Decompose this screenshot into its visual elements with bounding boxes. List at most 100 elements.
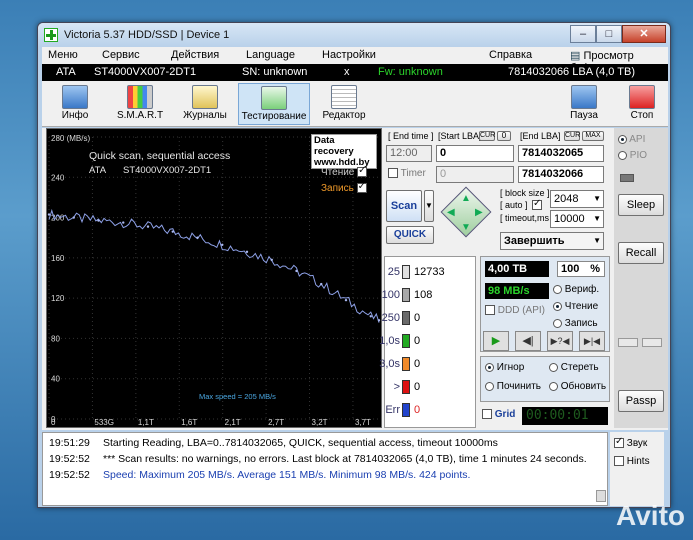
stop-button[interactable]: Стоп [616, 83, 668, 125]
window-title: Victoria 5.37 HDD/SSD | Device 1 [64, 29, 230, 41]
timer-checkbox[interactable] [388, 168, 398, 179]
minimize-button[interactable]: – [570, 25, 596, 43]
aux-button-1[interactable] [618, 338, 638, 347]
buffer-icon: ▤ [570, 50, 584, 62]
percent-value: 100 [561, 263, 580, 275]
elapsed-clock: 00:00:01 [522, 407, 608, 425]
action-repair[interactable]: Починить [485, 381, 541, 392]
finish-action-select[interactable]: Завершить ▼ [500, 232, 604, 250]
seek-arrows: ▲ ▼ ◀ ▶ [440, 186, 492, 244]
arrow-up-icon[interactable]: ▲ [461, 193, 471, 204]
action-ignore[interactable]: Игнор [485, 362, 524, 373]
editor-button[interactable]: Редактор [310, 83, 378, 125]
repair-radio[interactable] [485, 381, 494, 391]
sound-checkbox[interactable] [614, 436, 624, 449]
timer-input[interactable]: 0 [436, 166, 514, 183]
erase-radio[interactable] [549, 362, 558, 372]
write-toggle[interactable]: Запись [321, 181, 367, 194]
mode-api[interactable]: API [618, 134, 645, 145]
timer-toggle[interactable]: Timer [388, 168, 426, 179]
refresh-label: Обновить [560, 381, 607, 392]
stat-count: 108 [414, 289, 433, 301]
start-cur-button[interactable]: CUR [479, 131, 495, 141]
block-size-select[interactable]: 2048 ▼ [550, 190, 604, 208]
timeout-select[interactable]: 10000 ▼ [550, 210, 604, 228]
mode-verify[interactable]: Вериф. [553, 284, 599, 295]
stat-label: 250 [381, 312, 400, 324]
menu-main[interactable]: Меню [48, 49, 78, 61]
passp-button[interactable]: Passp [618, 390, 664, 412]
read-speed-point [146, 225, 150, 228]
auto-checkbox[interactable] [532, 198, 542, 210]
y-tick-label: 240 [51, 173, 65, 182]
hints-toggle[interactable]: Hints [614, 456, 650, 467]
maximize-button[interactable]: □ [596, 25, 622, 43]
recall-button[interactable]: Recall [618, 242, 664, 264]
end-lba2-input[interactable]: 7814032066 [518, 166, 604, 183]
end-time-input[interactable]: 12:00 [386, 145, 432, 162]
y-tick-label: 280 (MB/s) [51, 134, 90, 143]
menu-settings[interactable]: Настройки [322, 49, 376, 61]
mode-read[interactable]: Чтение [553, 301, 598, 312]
api-radio[interactable] [618, 134, 627, 144]
aux-button-2[interactable] [642, 338, 662, 347]
action-refresh[interactable]: Обновить [549, 381, 606, 392]
rewind-button[interactable]: ◀| [515, 331, 541, 351]
end-button[interactable]: ▶|◀ [579, 331, 605, 351]
x-tick-label: 533G [94, 418, 114, 427]
menu-language[interactable]: Language [246, 49, 295, 61]
start-zero-button[interactable]: 0 [497, 131, 511, 141]
end-cur-button[interactable]: CUR [564, 131, 580, 141]
skip-button[interactable]: ▶?◀ [547, 331, 573, 351]
write-checkbox[interactable] [356, 181, 367, 194]
ignore-radio[interactable] [485, 362, 494, 372]
read-checkbox[interactable] [357, 165, 368, 178]
log-time: 19:52:52 [49, 453, 90, 465]
sleep-button[interactable]: Sleep [618, 194, 664, 216]
grid-toggle[interactable]: Grid [482, 409, 515, 420]
sound-toggle[interactable]: Звук [614, 436, 647, 449]
grid-checkbox[interactable] [482, 409, 492, 420]
ddd-api-toggle[interactable]: DDD (API) [485, 305, 545, 316]
ddd-checkbox[interactable] [485, 305, 495, 316]
stat-swatch [402, 265, 410, 279]
action-erase[interactable]: Стереть [549, 362, 599, 373]
hints-checkbox[interactable] [614, 456, 624, 467]
end-max-button[interactable]: MAX [582, 131, 604, 141]
end-lba-input[interactable]: 7814032065 [518, 145, 604, 162]
arrow-down-icon[interactable]: ▼ [461, 222, 471, 233]
device-firmware: Fw: unknown [378, 66, 443, 78]
menu-actions[interactable]: Действия [171, 49, 219, 61]
read-toggle[interactable]: Чтение [321, 165, 368, 178]
start-lba-input[interactable]: 0 [436, 145, 514, 162]
arrow-right-icon[interactable]: ▶ [475, 207, 483, 218]
menu-help[interactable]: Справка [489, 49, 532, 61]
quick-button[interactable]: QUICK [386, 226, 434, 244]
ignore-label: Игнор [496, 362, 525, 373]
verify-radio[interactable] [553, 284, 562, 294]
log-scroll-handle[interactable] [596, 490, 606, 502]
stat-swatch [402, 311, 410, 325]
mode-write[interactable]: Запись [553, 318, 598, 329]
smart-button[interactable]: S.M.A.R.T [106, 83, 174, 125]
read-radio[interactable] [553, 301, 562, 311]
refresh-radio[interactable] [549, 381, 558, 391]
scan-dropdown-button[interactable]: ▼ [424, 190, 434, 222]
pio-radio[interactable] [618, 150, 627, 160]
menu-service[interactable]: Сервис [102, 49, 140, 61]
mode-pio[interactable]: PIO [618, 150, 647, 161]
arrow-left-icon[interactable]: ◀ [447, 207, 455, 218]
avito-watermark: Avito [616, 500, 685, 531]
grid-label: Grid [494, 409, 516, 420]
scan-button[interactable]: Scan [386, 190, 422, 222]
play-button[interactable]: ▶ [483, 331, 509, 351]
data-recovery-banner[interactable]: Data recovery www.hdd.by [311, 134, 377, 169]
info-button[interactable]: Инфо [44, 83, 106, 125]
close-button[interactable]: ✕ [622, 25, 666, 43]
logs-button[interactable]: Журналы [174, 83, 236, 125]
write-radio[interactable] [553, 318, 562, 328]
testing-tab[interactable]: Тестирование [238, 83, 310, 125]
pause-button[interactable]: Пауза [556, 83, 612, 125]
device-serial: SN: unknown [242, 66, 308, 78]
victoria-window: Victoria 5.37 HDD/SSD | Device 1 – □ ✕ М… [37, 22, 671, 508]
